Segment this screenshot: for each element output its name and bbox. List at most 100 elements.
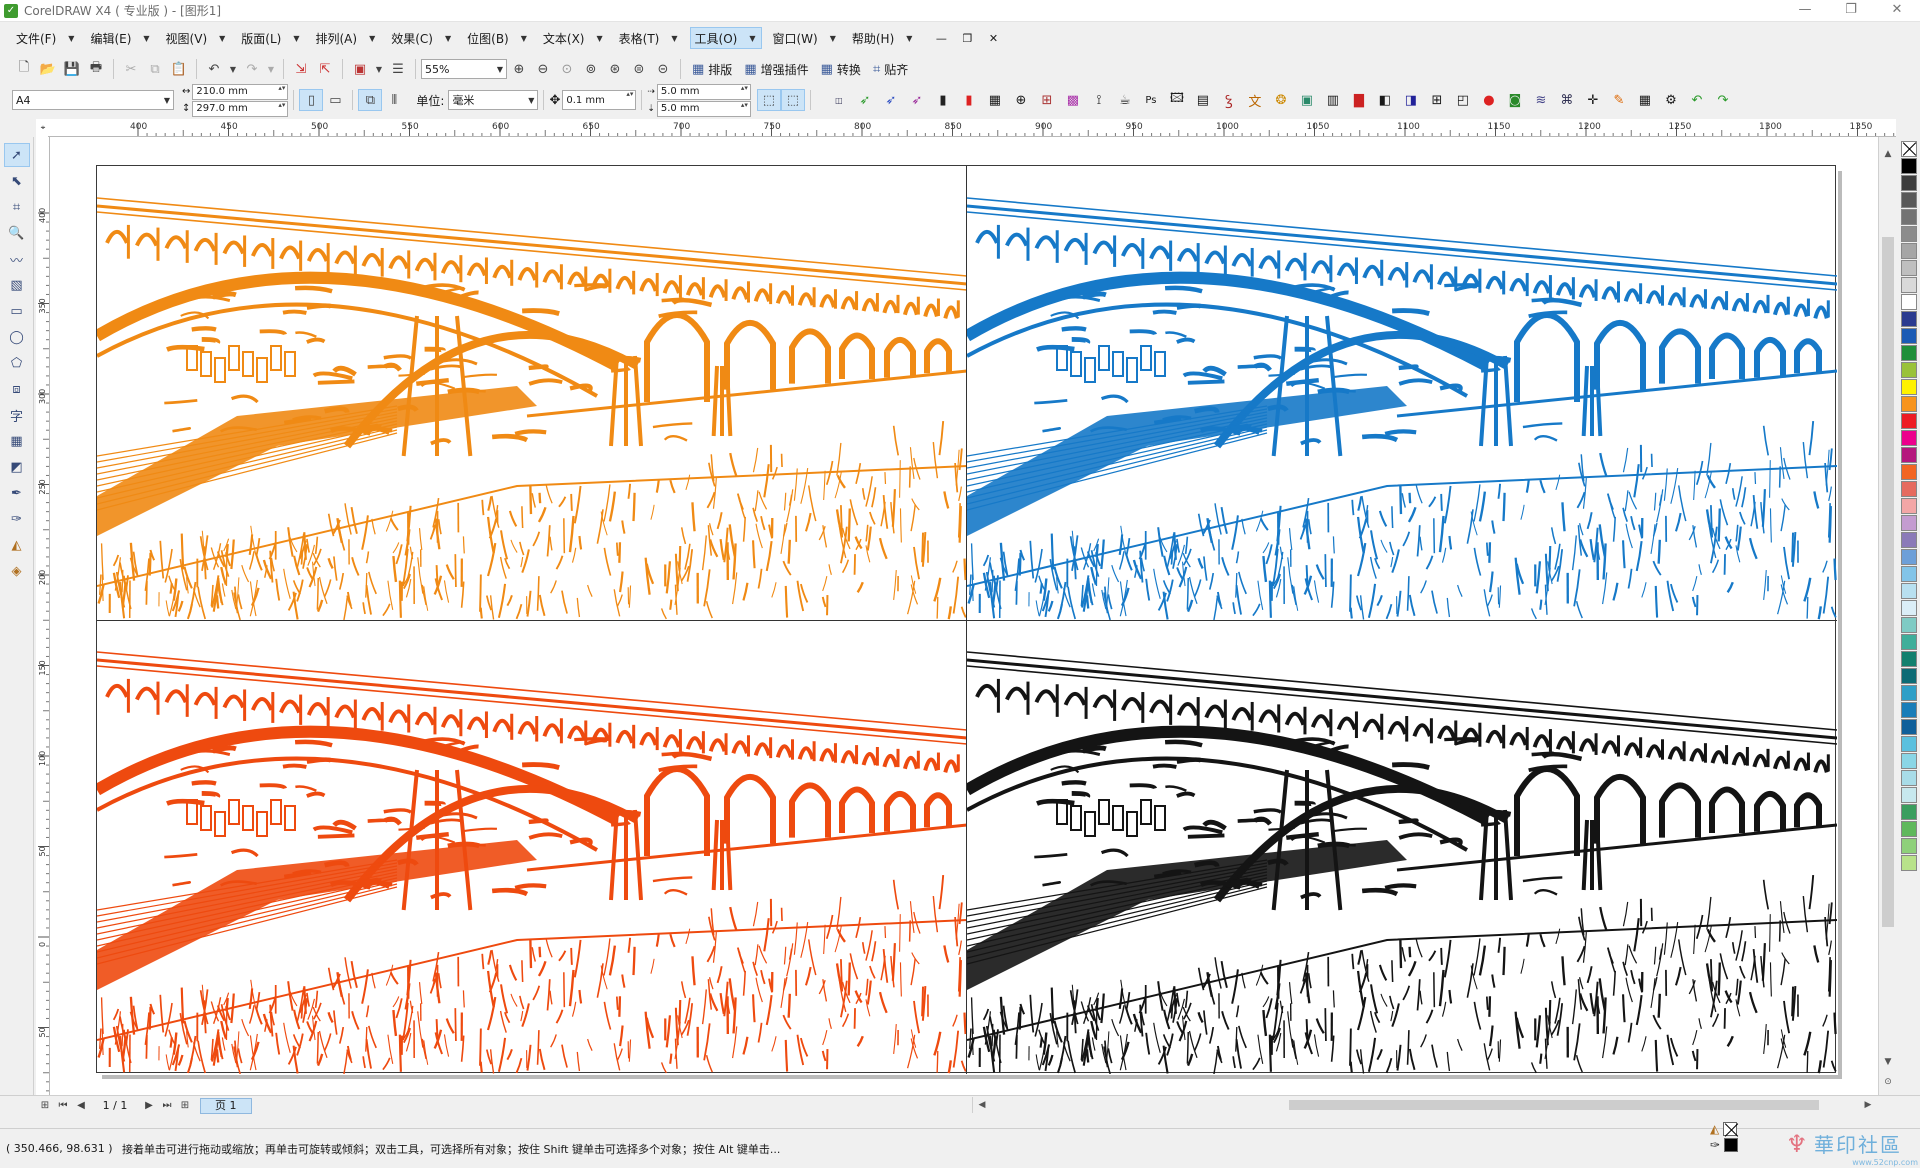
add-page-after-icon[interactable]: ⊞	[176, 1100, 194, 1111]
color-swatch[interactable]	[1901, 668, 1917, 684]
color-swatch[interactable]	[1901, 566, 1917, 582]
convert-button[interactable]: ▦ 转换	[815, 58, 867, 80]
zoom-height-icon[interactable]: ⊝	[651, 58, 675, 80]
launcher-dropdown-icon[interactable]: ▼	[372, 58, 386, 80]
layout-grid-icon[interactable]: ▣	[1294, 89, 1320, 111]
color-swatch[interactable]	[1901, 532, 1917, 548]
menu-arrange[interactable]: 排列(A) ▼	[312, 27, 382, 49]
color-swatch[interactable]	[1901, 753, 1917, 769]
zoom-width-icon[interactable]: ⊜	[627, 58, 651, 80]
close-button[interactable]: ✕	[1874, 0, 1920, 22]
doc-close-button[interactable]: ✕	[980, 32, 1006, 45]
color-swatch[interactable]	[1901, 702, 1917, 718]
ellipse-tool-icon[interactable]: ◯	[4, 325, 30, 349]
all-pages-icon[interactable]: ⧉	[358, 89, 383, 111]
color-swatch[interactable]	[1901, 379, 1917, 395]
prev-page-icon[interactable]: ◀	[72, 1100, 90, 1111]
pen-icon[interactable]: ✎	[1606, 89, 1632, 111]
panel-icon[interactable]: ◧	[1372, 89, 1398, 111]
color-swatch[interactable]	[1901, 430, 1917, 446]
color-swatch[interactable]	[1901, 481, 1917, 497]
current-page-icon[interactable]: ⫴	[382, 89, 406, 111]
color-swatch[interactable]	[1901, 600, 1917, 616]
interactive-fill-tool-icon[interactable]: ◈	[4, 559, 30, 583]
wave-icon[interactable]: ≋	[1528, 89, 1554, 111]
color-swatch[interactable]	[1901, 192, 1917, 208]
freehand-tool-icon[interactable]: 〰	[4, 247, 30, 271]
red-book-icon[interactable]: ▇	[1346, 89, 1372, 111]
color-swatch[interactable]	[1901, 617, 1917, 633]
menu-text[interactable]: 文本(X) ▼	[539, 27, 609, 49]
color-swatch[interactable]	[1901, 294, 1917, 310]
duplicate-x-input[interactable]: 5.0 mm	[656, 83, 751, 100]
color-swatch[interactable]	[1901, 277, 1917, 293]
minimize-button[interactable]: —	[1782, 0, 1828, 22]
table-tool-icon[interactable]: ▦	[4, 429, 30, 453]
color-swatch[interactable]	[1901, 175, 1917, 191]
pick-tool-icon[interactable]: ➚	[3, 143, 30, 167]
bridge-artwork-blue[interactable]	[967, 166, 1837, 620]
undo-green-icon[interactable]: ↶	[1684, 89, 1710, 111]
scroll-down-icon[interactable]: ▼	[1879, 1057, 1897, 1067]
draw-bounding-box-icon[interactable]: ⬚	[780, 89, 805, 111]
plugins-button[interactable]: ▦ 增强插件	[738, 58, 814, 80]
menu-edit[interactable]: 编辑(E) ▼	[86, 27, 155, 49]
first-page-icon[interactable]: ⏮	[54, 1100, 72, 1111]
doc-minimize-button[interactable]: —	[928, 32, 954, 45]
zoom-fit-icon[interactable]: ⊙	[1879, 1077, 1897, 1087]
color-swatch[interactable]	[1901, 719, 1917, 735]
open-folder-icon[interactable]: 📂	[36, 58, 60, 80]
fill-bucket-icon[interactable]: ◭	[1710, 1122, 1719, 1136]
text-tool-icon[interactable]: 字	[4, 403, 30, 427]
color-swatch[interactable]	[1901, 260, 1917, 276]
color-swatch[interactable]	[1901, 498, 1917, 514]
polygon-tool-icon[interactable]: ⬠	[4, 351, 30, 375]
crop-marks-icon[interactable]: ⊞	[1034, 89, 1060, 111]
next-page-icon[interactable]: ▶	[140, 1100, 158, 1111]
photoshop-icon[interactable]: Ps	[1138, 89, 1164, 111]
redo-green-icon[interactable]: ↷	[1710, 89, 1736, 111]
bridge-artwork-red[interactable]	[97, 620, 967, 1074]
page-tab[interactable]: 页 1	[200, 1097, 252, 1114]
crop-tool-icon[interactable]: ⌗	[4, 195, 30, 219]
bridge-artwork-black[interactable]	[967, 620, 1837, 1074]
restore-button[interactable]: ❐	[1828, 0, 1874, 22]
basic-shapes-tool-icon[interactable]: ⧈	[4, 377, 30, 401]
copy-icon[interactable]: ⧉	[143, 58, 167, 80]
bridge-artwork-orange[interactable]	[97, 166, 967, 620]
scroll-left-icon[interactable]: ◀	[975, 1097, 989, 1113]
menu-table[interactable]: 表格(T) ▼	[615, 27, 684, 49]
color-swatch[interactable]	[1901, 243, 1917, 259]
horizontal-ruler[interactable]: 400 450 500 550 600 650 700 750 800 850 900 950 1000…	[48, 119, 1896, 137]
redo-icon[interactable]: ↷	[240, 58, 264, 80]
green-arrow-icon[interactable]: ➶	[852, 89, 878, 111]
import-icon[interactable]: ⇲	[289, 58, 313, 80]
add-page-icon[interactable]: ⊞	[36, 1100, 54, 1111]
color-swatch[interactable]	[1901, 685, 1917, 701]
curve-icon[interactable]: Ꝣ	[1216, 89, 1242, 111]
window-grid-icon[interactable]: ⊞	[1424, 89, 1450, 111]
color-swatch[interactable]	[1901, 549, 1917, 565]
color-swatch[interactable]	[1901, 226, 1917, 242]
color-swatch[interactable]	[1901, 447, 1917, 463]
color-bars-icon[interactable]: ▮	[930, 89, 956, 111]
paper-size-combo[interactable]: A4 ▼	[12, 90, 174, 110]
smart-fill-tool-icon[interactable]: ▧	[4, 273, 30, 297]
page-height-input[interactable]: 297.0 mm	[192, 100, 289, 117]
undo-icon[interactable]: ↶	[202, 58, 226, 80]
color-swatch[interactable]	[1901, 345, 1917, 361]
color-swatch[interactable]	[1901, 855, 1917, 871]
scroll-right-icon[interactable]: ▶	[1861, 1097, 1875, 1113]
no-color-swatch[interactable]	[1901, 141, 1917, 157]
corel-tools-icon[interactable]: ◫	[826, 89, 852, 111]
save-icon[interactable]: 💾	[60, 58, 84, 80]
cmyk-bars-icon[interactable]: ▮	[956, 89, 982, 111]
image-icon[interactable]: 🖾	[1164, 89, 1190, 111]
vertical-ruler[interactable]: 400 350 300 250 200 150 100 50 0 50	[36, 137, 50, 1095]
coffee-icon[interactable]: ☕	[1112, 89, 1138, 111]
menu-help[interactable]: 帮助(H) ▼	[848, 27, 919, 49]
scroll-up-icon[interactable]: ▲	[1879, 149, 1897, 159]
text-tool-icon[interactable]: 文	[1242, 89, 1268, 111]
color-swatch[interactable]	[1901, 362, 1917, 378]
pattern-icon[interactable]: ▩	[1060, 89, 1086, 111]
